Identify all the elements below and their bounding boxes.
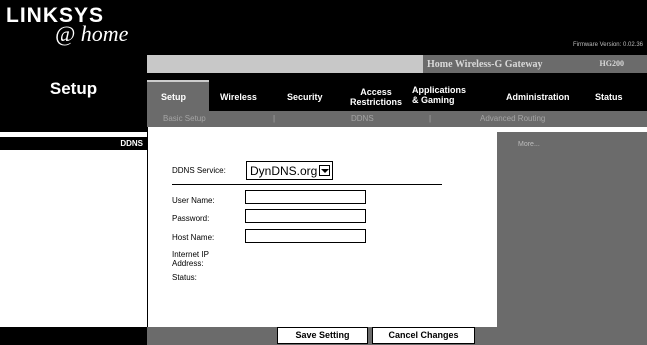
subnav-separator: | — [429, 114, 432, 123]
product-bar-spacer — [147, 55, 423, 73]
product-model: HG200 — [599, 59, 624, 68]
sub-navigation — [147, 111, 647, 127]
tab-administration[interactable]: Administration — [506, 92, 570, 102]
left-footer — [0, 327, 147, 345]
tab-status[interactable]: Status — [595, 92, 623, 102]
internet-ip-label: Internet IP Address: — [172, 250, 209, 268]
ddns-service-select[interactable]: DynDNS.org — [246, 161, 333, 180]
username-label: User Name: — [172, 196, 215, 205]
tab-wireless[interactable]: Wireless — [220, 92, 257, 102]
ddns-service-value: DynDNS.org — [250, 164, 318, 178]
tab-applications-gaming[interactable]: Applications & Gaming — [412, 85, 472, 105]
hostname-input[interactable] — [245, 229, 366, 243]
subnav-advanced-routing[interactable]: Advanced Routing — [480, 114, 545, 123]
help-panel — [497, 132, 647, 327]
password-input[interactable] — [245, 209, 366, 223]
password-label: Password: — [172, 214, 210, 223]
page-title: Setup — [49, 79, 98, 98]
tab-access-restrictions[interactable]: Access Restrictions — [346, 87, 406, 107]
cancel-changes-button[interactable]: Cancel Changes — [372, 327, 475, 344]
username-input[interactable] — [245, 190, 366, 204]
form-divider — [172, 184, 442, 185]
firmware-version: Firmware Version: 0.02.36 — [572, 42, 643, 48]
hostname-label: Host Name: — [172, 233, 215, 242]
product-name: Home Wireless-G Gateway — [427, 59, 543, 70]
ddns-service-label: DDNS Service: — [172, 166, 226, 175]
chevron-down-icon — [319, 165, 330, 176]
subnav-separator: | — [273, 114, 276, 123]
main-content — [147, 127, 497, 327]
help-more-link[interactable]: More... — [518, 141, 540, 148]
at-home-logo: @ home — [55, 21, 129, 46]
left-section-panel — [0, 132, 147, 327]
save-settings-button[interactable]: Save Setting — [277, 327, 368, 344]
status-label: Status: — [172, 273, 197, 282]
section-label-ddns: DDNS — [0, 137, 147, 150]
subnav-ddns[interactable]: DDNS — [351, 114, 374, 123]
tab-security[interactable]: Security — [287, 92, 323, 102]
product-bar: Home Wireless-G Gateway HG200 — [423, 55, 647, 73]
subnav-basic-setup[interactable]: Basic Setup — [163, 114, 206, 123]
tab-setup[interactable]: Setup — [161, 92, 186, 102]
